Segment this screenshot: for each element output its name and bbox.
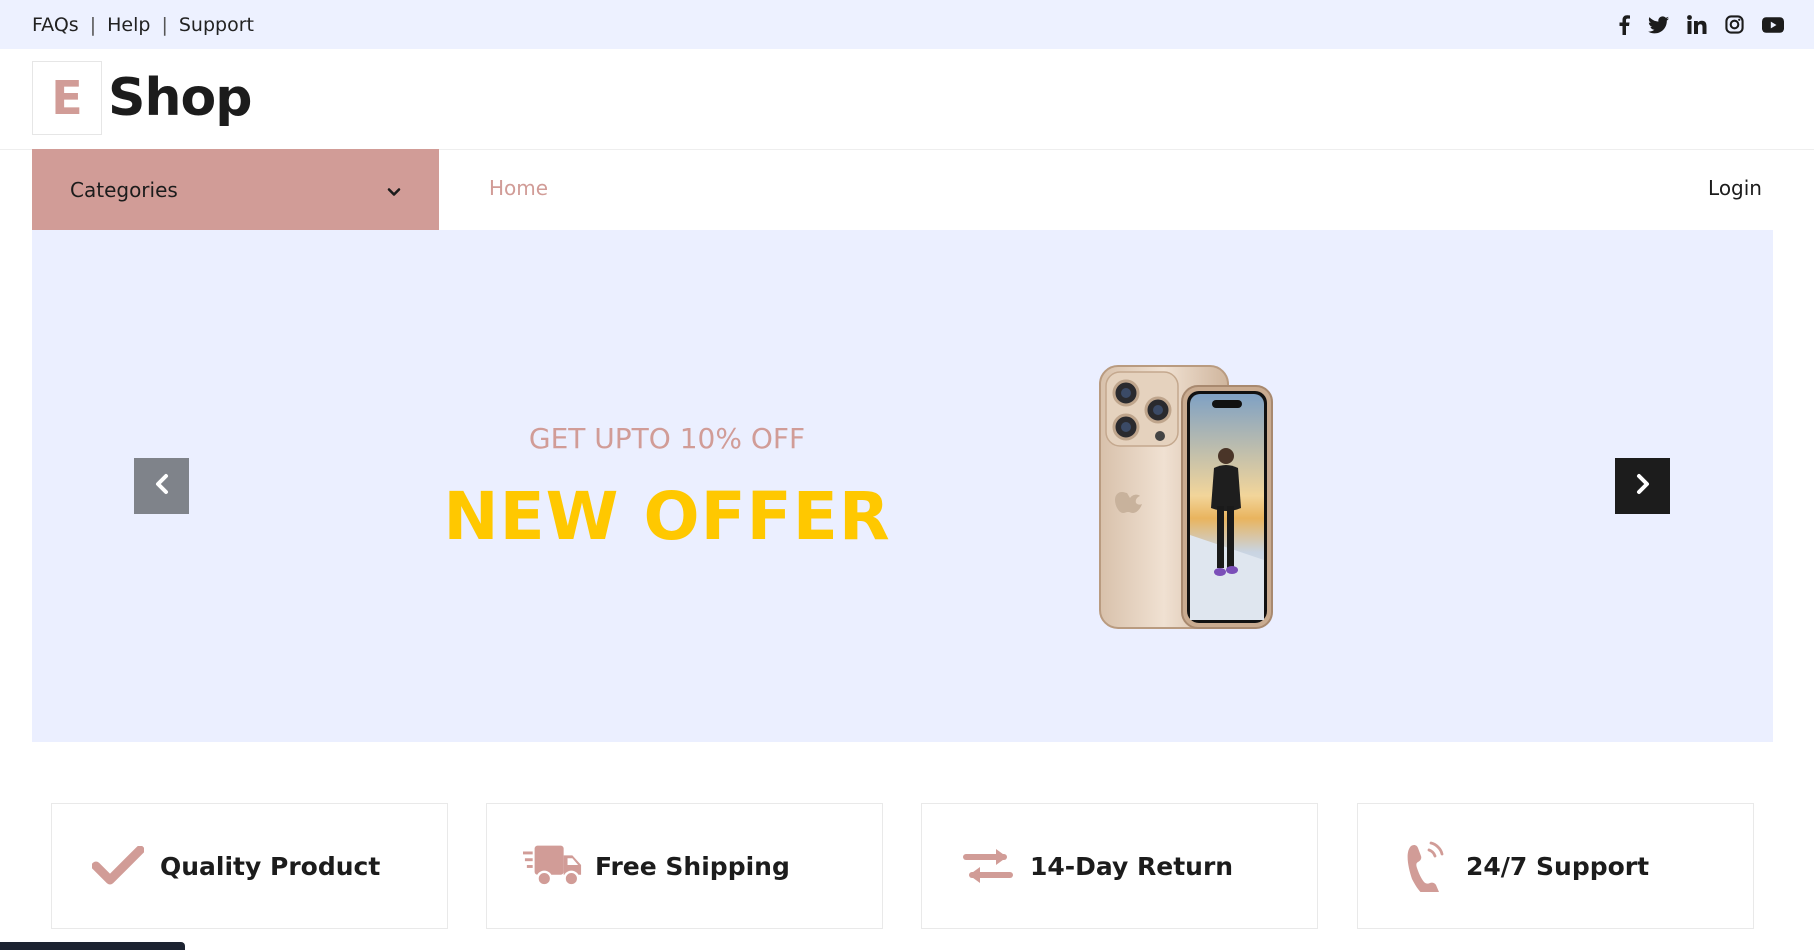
bottom-overlay-bar [0,942,185,950]
feature-label: Free Shipping [595,851,790,881]
feature-label: 24/7 Support [1466,851,1650,881]
categories-dropdown[interactable]: Categories [32,149,439,230]
login-link[interactable]: Login [1708,176,1762,200]
feature-return: 14-Day Return [921,803,1318,929]
feature-free-shipping: Free Shipping [486,803,883,929]
hero-carousel: GET UPTO 10% OFF NEW OFFER [32,230,1773,742]
feature-label: 14-Day Return [1030,851,1234,881]
hero-product-image [1064,360,1276,634]
brand-letter: E [32,61,102,135]
facebook-icon[interactable] [1618,14,1630,35]
youtube-icon[interactable] [1762,16,1784,33]
carousel-next-button[interactable] [1615,458,1670,514]
truck-icon [523,841,583,891]
check-icon [88,846,148,886]
hero-title: NEW OFFER [443,478,891,555]
categories-label: Categories [70,177,178,202]
carousel-prev-button[interactable] [134,458,189,514]
exchange-icon [958,846,1018,886]
phone-icon [1394,840,1454,892]
top-bar: FAQs | Help | Support [0,0,1814,49]
separator: | [161,13,168,36]
feature-label: Quality Product [160,851,381,881]
brand-name: Shop [108,68,252,128]
chevron-down-icon [387,178,401,202]
hero-subtitle: GET UPTO 10% OFF [528,422,806,455]
twitter-icon[interactable] [1648,15,1669,34]
nav-home-link[interactable]: Home [489,176,548,200]
brand-logo[interactable]: E Shop [32,61,252,135]
chevron-right-icon [1634,473,1652,499]
support-link[interactable]: Support [179,14,254,36]
help-link[interactable]: Help [107,14,150,36]
social-links [1618,0,1784,49]
instagram-icon[interactable] [1725,15,1744,34]
linkedin-icon[interactable] [1687,15,1707,34]
feature-quality-product: Quality Product [51,803,448,929]
top-links: FAQs | Help | Support [32,0,254,49]
feature-support: 24/7 Support [1357,803,1754,929]
faqs-link[interactable]: FAQs [32,14,79,36]
chevron-left-icon [153,473,171,499]
separator: | [89,13,97,36]
